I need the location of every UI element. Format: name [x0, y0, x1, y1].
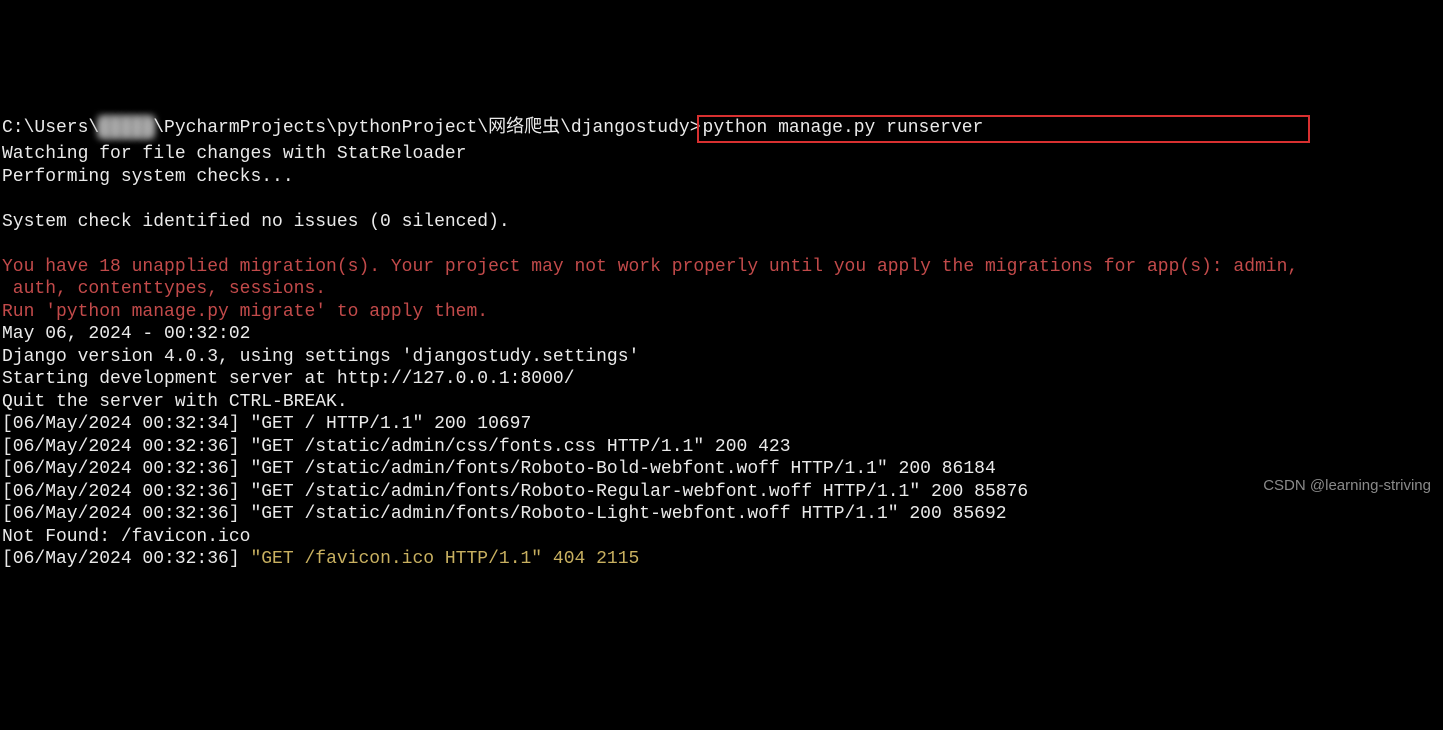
request-line: [06/May/2024 00:32:36] "GET /static/admi…	[2, 504, 1007, 524]
warning-line: auth, contenttypes, sessions.	[2, 279, 326, 299]
terminal-output: C:\Users\█████\PycharmProjects\pythonPro…	[0, 90, 1443, 573]
prompt-path-prefix: C:\Users\	[2, 118, 99, 138]
output-line: Quit the server with CTRL-BREAK.	[2, 392, 348, 412]
output-line: Performing system checks...	[2, 167, 294, 187]
output-line: System check identified no issues (0 sil…	[2, 212, 510, 232]
request-line: [06/May/2024 00:32:36] "GET /static/admi…	[2, 437, 791, 457]
output-line: Not Found: /favicon.ico	[2, 527, 250, 547]
request-line: [06/May/2024 00:32:36] "GET /favicon.ico…	[2, 549, 639, 569]
prompt-path-suffix: \PycharmProjects\pythonProject\网络爬虫\djan…	[153, 118, 700, 138]
prompt-line: C:\Users\█████\PycharmProjects\pythonPro…	[2, 118, 1310, 138]
request-line: [06/May/2024 00:32:36] "GET /static/admi…	[2, 482, 1028, 502]
request-line: [06/May/2024 00:32:36] "GET /static/admi…	[2, 459, 996, 479]
output-line: Starting development server at http://12…	[2, 369, 575, 389]
output-line: Django version 4.0.3, using settings 'dj…	[2, 347, 639, 367]
command-highlight: python manage.py runserver	[697, 115, 1311, 144]
request-timestamp: [06/May/2024 00:32:36]	[2, 549, 250, 569]
warning-line: You have 18 unapplied migration(s). Your…	[2, 257, 1298, 277]
watermark: CSDN @learning-striving	[1263, 475, 1431, 498]
request-line: [06/May/2024 00:32:34] "GET / HTTP/1.1" …	[2, 414, 531, 434]
output-line: Watching for file changes with StatReloa…	[2, 144, 466, 164]
command-text: python manage.py runserver	[703, 118, 984, 138]
request-404: "GET /favicon.ico HTTP/1.1" 404 2115	[250, 549, 639, 569]
output-line: May 06, 2024 - 00:32:02	[2, 324, 250, 344]
redacted-username: █████	[99, 118, 153, 138]
warning-line: Run 'python manage.py migrate' to apply …	[2, 302, 488, 322]
